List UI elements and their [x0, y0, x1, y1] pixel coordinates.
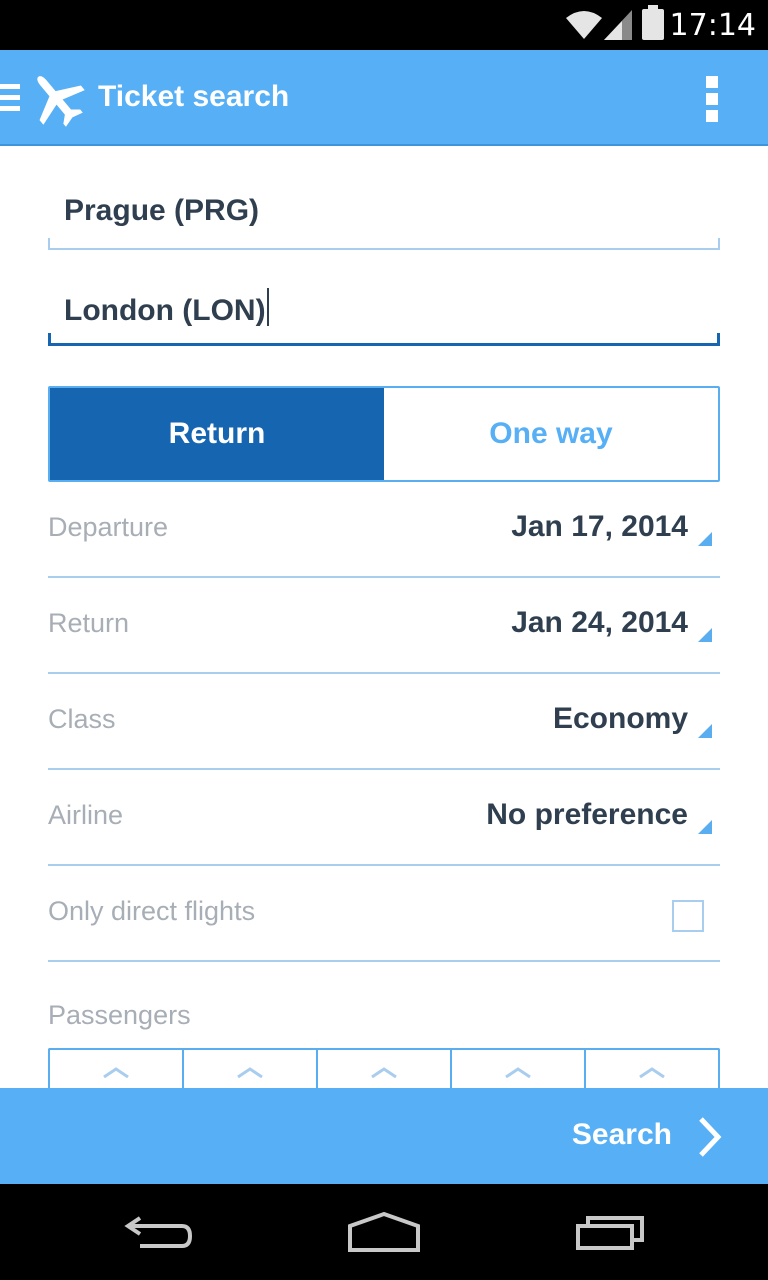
signal-icon — [604, 10, 632, 40]
status-time: 17:14 — [669, 8, 756, 43]
return-label: Return — [48, 608, 130, 638]
passenger-increment-button[interactable] — [184, 1050, 318, 1088]
system-nav-bar — [0, 1184, 768, 1280]
airplane-icon[interactable] — [26, 68, 88, 130]
wifi-icon — [566, 11, 602, 39]
return-row[interactable]: Return Jan 24, 2014 — [48, 578, 720, 674]
direct-flights-label: Only direct flights — [48, 896, 256, 926]
dropdown-corner-icon — [698, 724, 712, 738]
drawer-menu-icon[interactable] — [0, 84, 22, 112]
back-icon[interactable] — [124, 1212, 196, 1252]
dropdown-corner-icon — [698, 532, 712, 546]
chevron-up-icon — [237, 1067, 263, 1078]
dropdown-corner-icon — [698, 628, 712, 642]
home-icon[interactable] — [346, 1212, 422, 1252]
action-bar: Ticket search — [0, 50, 768, 146]
battery-icon — [642, 5, 664, 40]
trip-type-toggle: Return One way — [48, 386, 720, 482]
chevron-right-icon — [699, 1117, 722, 1157]
departure-row[interactable]: Departure Jan 17, 2014 — [48, 482, 720, 578]
overflow-menu-icon[interactable] — [696, 72, 728, 126]
airline-value: No preference — [486, 798, 688, 831]
passenger-increment-button[interactable] — [452, 1050, 586, 1088]
airline-row[interactable]: Airline No preference — [48, 770, 720, 866]
tab-return[interactable]: Return — [50, 388, 384, 480]
destination-value-wrap: London (LON) — [64, 288, 269, 328]
dropdown-corner-icon — [698, 820, 712, 834]
passenger-increment-button[interactable] — [586, 1050, 718, 1088]
page-title: Ticket search — [98, 80, 290, 113]
text-cursor — [266, 288, 269, 326]
search-button[interactable]: Search — [0, 1088, 768, 1184]
origin-value: Prague (PRG) — [64, 194, 260, 227]
return-value: Jan 24, 2014 — [511, 606, 688, 639]
chevron-up-icon — [639, 1067, 665, 1078]
airline-label: Airline — [48, 800, 124, 830]
origin-field[interactable]: Prague (PRG) — [48, 178, 720, 250]
destination-field[interactable]: London (LON) — [48, 274, 720, 346]
class-label: Class — [48, 704, 116, 734]
direct-flights-row: Only direct flights — [48, 866, 720, 962]
chevron-up-icon — [103, 1067, 129, 1078]
direct-flights-checkbox[interactable] — [672, 900, 704, 932]
class-value: Economy — [552, 702, 688, 735]
departure-value: Jan 17, 2014 — [511, 510, 688, 543]
departure-label: Departure — [48, 512, 169, 542]
recents-icon[interactable] — [574, 1212, 646, 1252]
status-bar: 17:14 — [0, 0, 768, 50]
tab-one-way[interactable]: One way — [384, 388, 718, 480]
passenger-increment-button[interactable] — [50, 1050, 184, 1088]
passenger-steppers — [48, 1048, 720, 1088]
passengers-label: Passengers — [48, 1000, 191, 1030]
destination-value: London (LON) — [64, 294, 266, 327]
class-row[interactable]: Class Economy — [48, 674, 720, 770]
chevron-up-icon — [371, 1067, 397, 1078]
search-label: Search — [571, 1118, 672, 1151]
passenger-increment-button[interactable] — [318, 1050, 452, 1088]
chevron-up-icon — [505, 1067, 531, 1078]
